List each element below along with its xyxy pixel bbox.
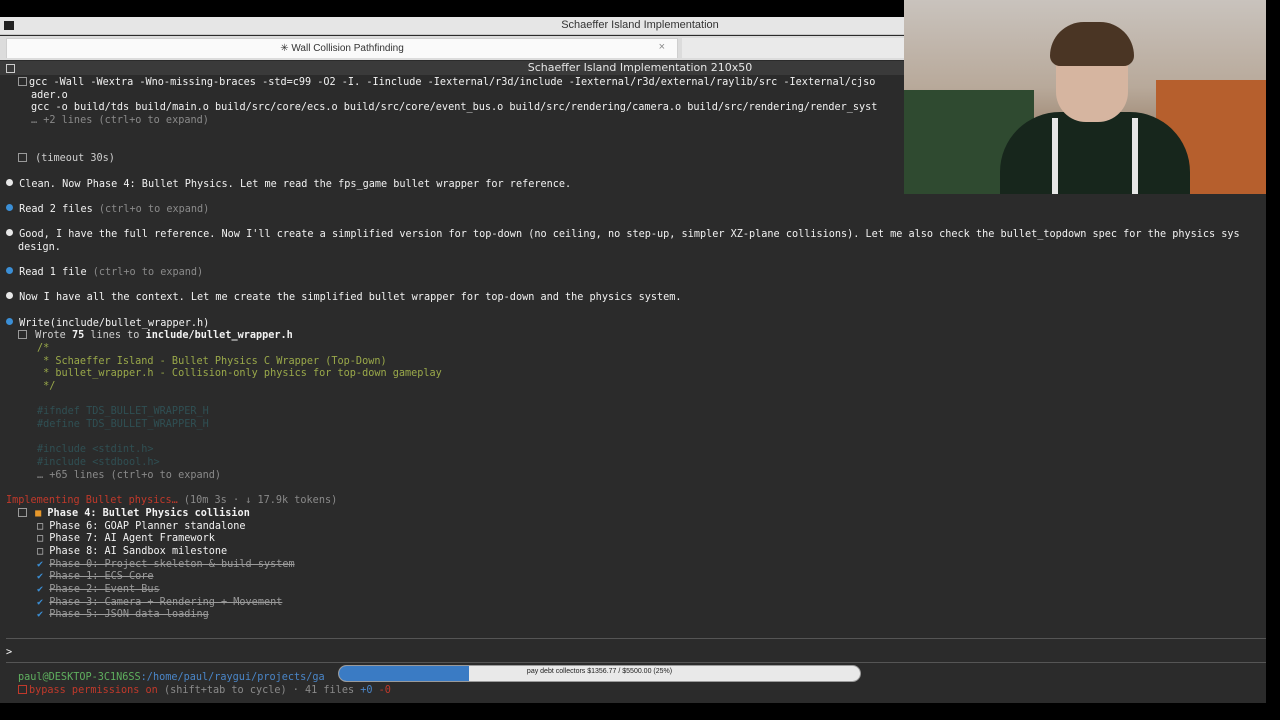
tab-wall-collision-pathfinding[interactable]: ✳ Wall Collision Pathfinding × [6, 38, 678, 58]
todo-label: Phase 1: ECS Core [49, 571, 154, 582]
webcam-overlay [904, 0, 1266, 194]
expand-hint[interactable]: … +2 lines (ctrl+o to expand) [31, 114, 209, 127]
message-text: Now I have all the context. Let me creat… [19, 292, 682, 303]
code-line: * bullet_wrapper.h - Collision-only phys… [37, 368, 442, 379]
status-permissions-line: bypass permissions on (shift+tab to cycl… [18, 684, 391, 697]
prompt-input[interactable]: > [6, 646, 12, 659]
file-path: include/bullet_wrapper.h [145, 330, 293, 341]
active-square-icon: ■ [35, 508, 42, 519]
output-line: gcc -Wall -Wextra -Wno-missing-braces -s… [18, 76, 875, 89]
bullet-dot-icon [6, 179, 13, 186]
tool-line[interactable]: Read 2 files (ctrl+o to expand) [6, 203, 209, 216]
box-icon [18, 77, 27, 86]
code-line: /* [37, 343, 50, 354]
permission-hint: (shift+tab to cycle) · 41 files [157, 685, 361, 696]
webcam-jacket-stripe [1132, 118, 1138, 194]
box-icon [18, 153, 27, 162]
line-count: 75 [71, 330, 85, 341]
bullet-dot-icon [6, 318, 13, 325]
expand-hint[interactable]: … +65 lines (ctrl+o to expand) [37, 469, 221, 482]
todo-item: ✔ Phase 5: JSON data loading [37, 608, 209, 621]
timeout-line: (timeout 30s) [18, 152, 115, 165]
todo-item: ✔ Phase 2: Event Bus [37, 583, 160, 596]
pending-square-icon: □ [37, 521, 44, 532]
message-line: Clean. Now Phase 4: Bullet Physics. Let … [6, 178, 571, 191]
status-user: paul@DESKTOP-3C1N6SS [18, 672, 141, 683]
todo-label: Phase 4: Bullet Physics collision [47, 508, 250, 519]
spinner-status-line: Implementing Bullet physics… (10m 3s · ↓… [6, 494, 337, 507]
write-result-line: Wrote 75 lines to include/bullet_wrapper… [18, 329, 293, 342]
code-line: */ [37, 381, 56, 392]
bullet-dot-icon [6, 229, 13, 236]
tab-label: ✳ Wall Collision Pathfinding [280, 43, 404, 54]
todo-item: □ Phase 8: AI Sandbox milestone [37, 545, 227, 558]
check-icon: ✔ [37, 597, 44, 608]
todo-label: Phase 7: AI Agent Framework [49, 533, 215, 544]
tool-label: Read 1 file [19, 267, 87, 278]
message-line: Good, I have the full reference. Now I'l… [6, 228, 1240, 241]
right-black-strip [1266, 0, 1280, 720]
status-dir: :/home/paul/raygui/projects/ga [140, 672, 325, 683]
message-line: Now I have all the context. Let me creat… [6, 291, 682, 304]
todo-item: ✔ Phase 1: ECS Core [37, 570, 154, 583]
expand-hint: (ctrl+o to expand) [86, 267, 204, 278]
bullet-dot-icon [6, 292, 13, 299]
tab-close-icon[interactable]: × [659, 41, 665, 53]
check-icon: ✔ [37, 609, 44, 620]
spinner-stats: (10m 3s · ↓ 17.9k tokens) [177, 495, 338, 506]
code-line: #include <stdint.h> [37, 444, 154, 455]
tool-label: Read 2 files [19, 204, 93, 215]
message-text: Good, I have the full reference. Now I'l… [19, 229, 1240, 240]
added-count: +0 [360, 685, 373, 696]
todo-label: Phase 2: Event Bus [49, 584, 160, 595]
bullet-dot-icon [6, 204, 13, 211]
debt-progress-bar: pay debt collectors $1356.77 / $5500.00 … [338, 665, 861, 682]
check-icon: ✔ [37, 571, 44, 582]
write-text: lines to [84, 330, 146, 341]
todo-label: Phase 6: GOAP Planner standalone [49, 521, 246, 532]
check-icon: ✔ [37, 559, 44, 570]
todo-label: Phase 8: AI Sandbox milestone [49, 546, 228, 557]
code-line: #ifndef TDS_BULLET_WRAPPER_H [37, 406, 209, 417]
progress-text: pay debt collectors $1356.77 / $5500.00 … [526, 668, 673, 675]
status-path-line: paul@DESKTOP-3C1N6SS:/home/paul/raygui/p… [18, 671, 325, 684]
todo-label: Phase 3: Camera + Rendering + Movement [49, 597, 283, 608]
removed-count: -0 [372, 685, 391, 696]
todo-item: ■ Phase 4: Bullet Physics collision [18, 507, 250, 520]
todo-item: □ Phase 7: AI Agent Framework [37, 532, 215, 545]
bullet-dot-icon [6, 267, 13, 274]
write-text: Wrote [35, 330, 72, 341]
todo-label: Phase 0: Project skeleton & build system [49, 559, 295, 570]
message-line: design. [18, 242, 61, 253]
message-text: Clean. Now Phase 4: Bullet Physics. Let … [19, 179, 572, 190]
webcam-jacket-stripe [1052, 118, 1058, 194]
spinner-label: Implementing Bullet physics… [6, 495, 178, 506]
code-line: #include <stdbool.h> [37, 457, 160, 468]
todo-label: Phase 5: JSON data loading [49, 609, 209, 620]
output-line: gcc -o build/tds build/main.o build/src/… [31, 102, 878, 113]
tool-line[interactable]: Read 1 file (ctrl+o to expand) [6, 266, 203, 279]
expand-hint: (ctrl+o to expand) [92, 204, 210, 215]
webcam-person-body [1000, 112, 1190, 194]
prompt-divider-top [6, 638, 1280, 639]
box-icon [18, 330, 27, 339]
box-icon [18, 508, 27, 517]
code-line: #define TDS_BULLET_WRAPPER_H [37, 419, 209, 430]
timeout-text: (timeout 30s) [35, 153, 115, 164]
prompt-divider-bottom [6, 662, 1280, 663]
tool-label: Write(include/bullet_wrapper.h) [19, 318, 210, 329]
webcam-person-hair [1050, 22, 1134, 66]
pending-square-icon: □ [37, 533, 44, 544]
pending-square-icon: □ [37, 546, 44, 557]
check-icon: ✔ [37, 584, 44, 595]
build-command-1: gcc -Wall -Wextra -Wno-missing-braces -s… [29, 77, 876, 88]
permission-mode[interactable]: bypass permissions on [29, 685, 158, 696]
permission-icon [18, 685, 27, 694]
